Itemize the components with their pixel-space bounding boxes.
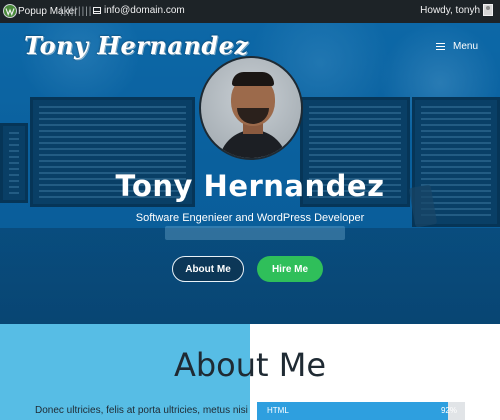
profile-photo <box>199 56 303 160</box>
profile-photo-shirt <box>219 130 287 158</box>
menu-label: Menu <box>452 41 478 52</box>
about-intro-text: Donec ultricies, felis at porta ultricie… <box>35 405 248 416</box>
about-section: About Me Donec ultricies, felis at porta… <box>0 324 500 420</box>
site-logo[interactable]: Tony Hernandez <box>24 31 249 60</box>
user-avatar-icon[interactable] <box>483 4 493 16</box>
howdy-user-link[interactable]: Howdy, tonyh <box>420 5 480 16</box>
hero-name: Tony Hernandez <box>115 169 385 203</box>
skill-percent: 92% <box>440 406 457 415</box>
hire-me-button[interactable]: Hire Me <box>257 256 323 282</box>
wordpress-icon[interactable] <box>3 4 17 18</box>
admin-bar: Popup Maker ||||||||| info@domain.com Ho… <box>0 0 500 23</box>
admin-bar-separator: ||||||||| <box>60 6 93 17</box>
menu-toggle-button[interactable]: Menu <box>435 41 478 52</box>
about-title: About Me <box>173 346 327 384</box>
admin-email-text: info@domain.com <box>104 5 185 16</box>
hero-section: Tony Hernandez Menu Tony Hernandez Softw… <box>0 23 500 324</box>
admin-email[interactable]: info@domain.com <box>93 5 185 16</box>
hero-subtitle: Software Engenieer and WordPress Develop… <box>135 212 365 224</box>
skill-label: HTML <box>267 406 289 415</box>
skill-bar-html: HTML 92% <box>257 402 465 420</box>
envelope-icon <box>93 7 101 14</box>
hamburger-icon <box>435 43 445 50</box>
profile-photo-hair <box>232 72 274 86</box>
about-me-button[interactable]: About Me <box>172 256 244 282</box>
